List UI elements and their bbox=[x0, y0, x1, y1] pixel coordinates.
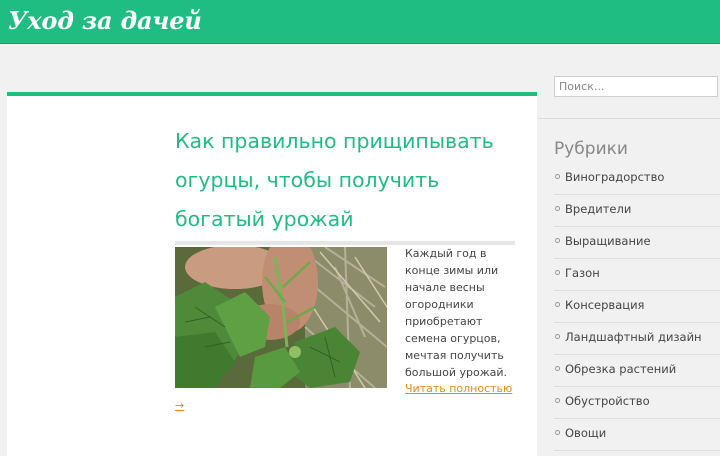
category-link[interactable]: Ландшафтный дизайн bbox=[565, 330, 702, 344]
site-header: Уход за дачей bbox=[0, 0, 720, 44]
category-link[interactable]: Обустройство bbox=[565, 394, 650, 408]
categories-widget-title: Рубрики bbox=[554, 139, 628, 159]
category-item: Виноградорство bbox=[554, 163, 720, 195]
bullet-icon bbox=[555, 174, 560, 179]
bullet-icon bbox=[555, 430, 560, 435]
category-link[interactable]: Выращивание bbox=[565, 234, 651, 248]
sidebar: Рубрики Виноградорство Вредители Выращив… bbox=[538, 43, 720, 452]
bullet-icon bbox=[555, 398, 560, 403]
bullet-icon bbox=[555, 206, 560, 211]
cucumber-plant-illustration bbox=[175, 247, 387, 388]
category-link[interactable]: Газон bbox=[565, 266, 600, 280]
category-item: Обрезка растений bbox=[554, 355, 720, 387]
search-input[interactable] bbox=[554, 76, 718, 97]
bullet-icon bbox=[555, 366, 560, 371]
category-item: Газон bbox=[554, 259, 720, 291]
sidebar-separator bbox=[538, 118, 720, 119]
category-link[interactable]: Виноградорство bbox=[565, 170, 664, 184]
bullet-icon bbox=[555, 302, 560, 307]
read-more-link[interactable]: Читать полностью bbox=[405, 382, 512, 395]
category-item: Ландшафтный дизайн bbox=[554, 323, 720, 355]
post-thumbnail-cucumber-image[interactable] bbox=[175, 247, 387, 388]
category-link[interactable]: Овощи bbox=[565, 426, 606, 440]
category-link[interactable]: Консервация bbox=[565, 298, 644, 312]
category-item: Обустройство bbox=[554, 387, 720, 419]
category-item: Овощи bbox=[554, 419, 720, 451]
site-title-link[interactable]: Уход за дачей bbox=[8, 6, 202, 35]
category-item: Вредители bbox=[554, 195, 720, 227]
post-card: Как правильно прищипывать огурцы, чтобы … bbox=[7, 92, 537, 456]
category-item: Консервация bbox=[554, 291, 720, 323]
read-more-arrow-link[interactable]: → bbox=[175, 399, 184, 412]
category-item: Выращивание bbox=[554, 227, 720, 259]
bullet-icon bbox=[555, 334, 560, 339]
post-title-link[interactable]: Как правильно прищипывать огурцы, чтобы … bbox=[175, 122, 515, 239]
post-excerpt: Каждый год в конце зимы или начале весны… bbox=[405, 247, 507, 379]
categories-list: Виноградорство Вредители Выращивание Газ… bbox=[554, 163, 720, 451]
bullet-icon bbox=[555, 238, 560, 243]
bullet-icon bbox=[555, 270, 560, 275]
category-link[interactable]: Вредители bbox=[565, 202, 631, 216]
category-link[interactable]: Обрезка растений bbox=[565, 362, 676, 376]
